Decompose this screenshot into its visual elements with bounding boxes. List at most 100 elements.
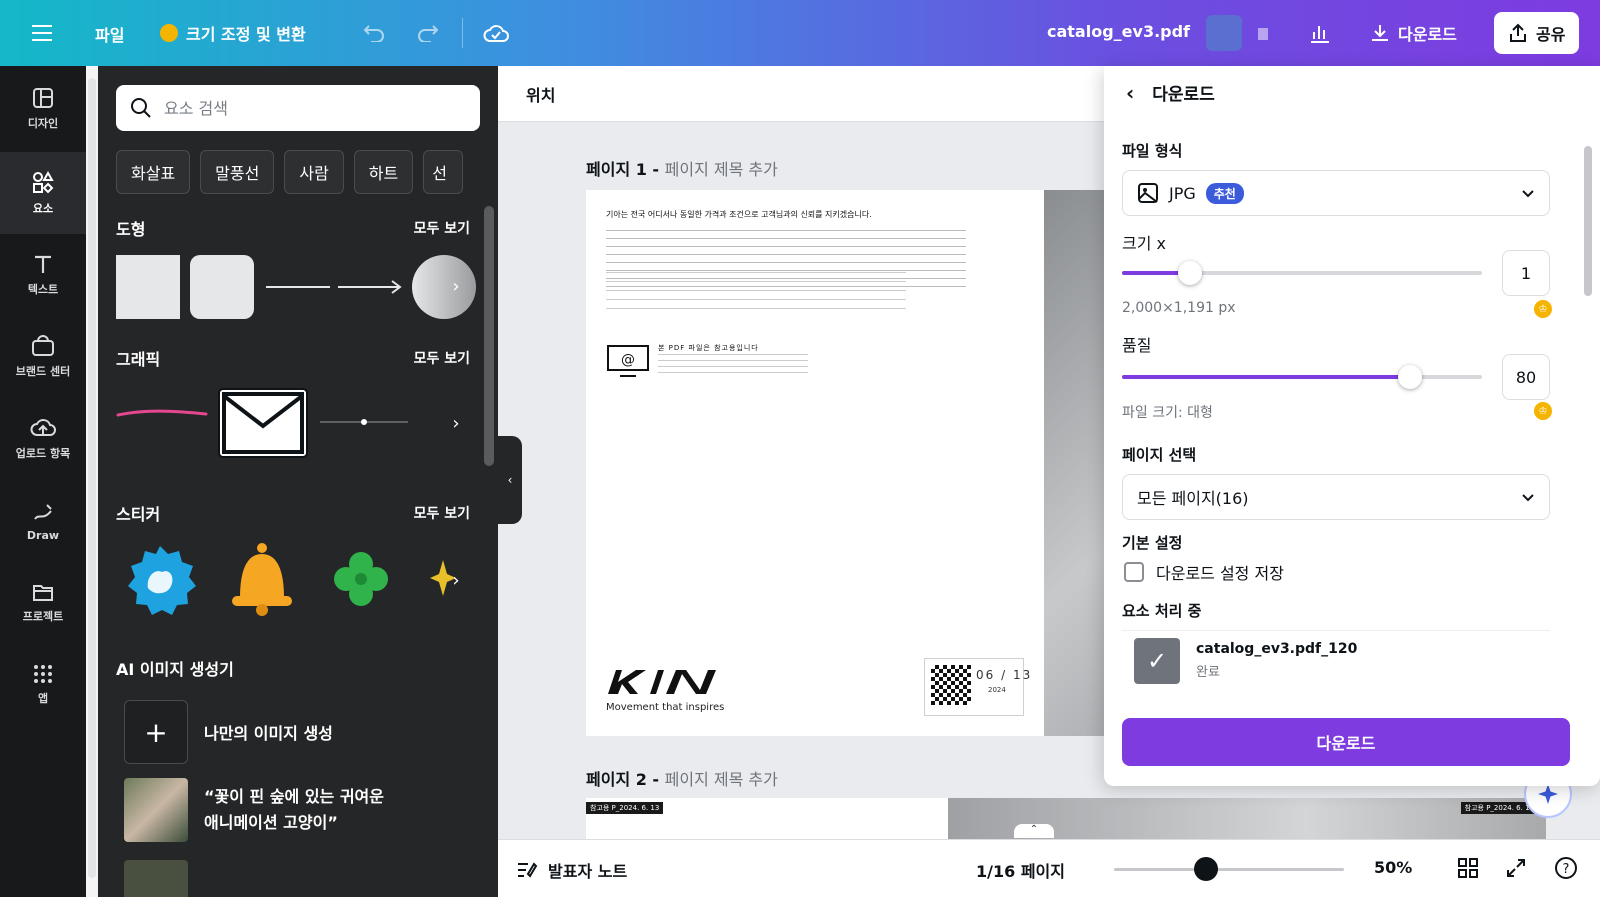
sparkle-line-graphic[interactable] (318, 416, 410, 428)
file-size-text: 파일 크기: 대형 (1122, 405, 1213, 421)
four-leaf-clover-sticker[interactable] (330, 548, 392, 610)
download-panel: ‹ 다운로드 파일 형식 JPG 추천 크기 x 1 2,000×1,191 p… (1104, 66, 1600, 786)
shapes-see-all[interactable]: 모두 보기 (414, 218, 470, 238)
page-select[interactable]: 모든 페이지(16) (1122, 474, 1550, 520)
draw-icon (34, 503, 52, 520)
clapping-hands-sticker[interactable] (124, 544, 196, 616)
rounded-square-shape[interactable] (190, 255, 254, 319)
image-icon (1138, 183, 1158, 203)
brush-stroke-graphic[interactable] (116, 406, 208, 420)
document-title[interactable]: catalog_ev3.pdf (1047, 22, 1190, 41)
share-button[interactable]: 공유 (1494, 12, 1580, 54)
zoom-slider-handle[interactable] (1194, 857, 1218, 881)
help-icon[interactable]: ? (1554, 856, 1578, 880)
rail-item-design[interactable]: 디자인 (0, 68, 86, 150)
rail-item-uploads[interactable]: 업로드 항목 (0, 398, 86, 480)
stickers-see-all[interactable]: 모두 보기 (414, 503, 470, 523)
email-monitor-icon: @ (607, 345, 649, 377)
line-shape[interactable] (266, 286, 330, 288)
rail-item-text[interactable]: 텍스트 (0, 234, 86, 316)
ai-thumbnail-partial[interactable] (124, 860, 188, 897)
back-chevron-icon[interactable]: ‹ (1126, 81, 1134, 105)
graphics-see-all[interactable]: 모두 보기 (414, 348, 470, 368)
shapes-title: 도형 (116, 220, 146, 239)
insights-chart-icon[interactable] (1300, 13, 1340, 53)
chip-line[interactable]: 선 (423, 150, 464, 194)
fine-print-list (606, 272, 906, 312)
recommended-badge: 추천 (1205, 182, 1244, 204)
page-1-title[interactable]: 페이지 1 - 페이지 제목 추가 (586, 156, 778, 180)
divider (462, 18, 463, 48)
svg-text:?: ? (1563, 862, 1570, 877)
collapse-panel-handle[interactable]: ‹ (498, 436, 522, 524)
size-input[interactable]: 1 (1502, 250, 1550, 296)
grid-view-icon[interactable] (1458, 858, 1478, 878)
brand-icon (32, 335, 54, 356)
rail-item-brand[interactable]: 브랜드 센터 (0, 316, 86, 398)
quality-input[interactable]: 80 (1502, 354, 1550, 400)
menu-icon[interactable] (22, 13, 62, 53)
dimensions-text: 2,000×1,191 px (1122, 300, 1236, 316)
rail-item-draw[interactable]: Draw (0, 480, 86, 562)
crown-icon (160, 24, 178, 42)
chip-heart[interactable]: 하트 (353, 150, 414, 194)
square-shape[interactable] (116, 255, 180, 319)
rail-scrollbar[interactable] (86, 66, 98, 897)
ai-create-own[interactable]: + 나만의 이미지 생성 (124, 700, 333, 764)
quality-slider[interactable] (1122, 365, 1482, 389)
page-indicator[interactable]: 1/16 페이지 (976, 858, 1065, 882)
page-2[interactable]: 참고용 P_2024. 6. 13 참고용 P_2024. 6. 13 (586, 798, 1546, 844)
redo-icon[interactable] (408, 13, 448, 53)
fullscreen-icon[interactable] (1506, 858, 1526, 878)
upload-icon (30, 419, 56, 436)
category-chips: 화살표 말풍선 사람 하트 선 (116, 150, 464, 194)
download-top-button[interactable]: 다운로드 (1356, 12, 1471, 54)
file-menu[interactable]: 파일 (95, 22, 124, 46)
svg-text:@: @ (621, 352, 635, 368)
zoom-slider[interactable] (1114, 868, 1344, 871)
chip-arrow[interactable]: 화살표 (116, 150, 191, 194)
kia-logo (608, 670, 716, 694)
panel-scrollbar[interactable] (482, 196, 496, 896)
top-bar: 파일 크기 조정 및 변환 catalog_ev3.pdf 다운로드 공유 (0, 0, 1600, 66)
chip-speech-bubble[interactable]: 말풍선 (200, 150, 275, 194)
ai-generator-title: AI 이미지 생성기 (116, 660, 234, 679)
size-label: 크기 x (1122, 234, 1166, 253)
resize-button[interactable]: 크기 조정 및 변환 (146, 12, 320, 54)
rail-item-elements[interactable]: 요소 (0, 152, 86, 234)
stickers-next-icon[interactable]: › (442, 566, 470, 594)
processing-label: 요소 처리 중 (1122, 602, 1202, 620)
ai-prompt-example[interactable]: “꽃이 핀 숲에 있는 귀여운 애니메이션 고양이” (124, 778, 384, 842)
zoom-level[interactable]: 50% (1374, 858, 1412, 877)
bell-sticker[interactable] (226, 542, 298, 618)
size-slider-handle[interactable] (1178, 261, 1202, 285)
cloud-saved-icon[interactable] (476, 13, 516, 53)
speaker-notes-button[interactable]: 발표자 노트 (516, 858, 627, 882)
search-input[interactable] (164, 98, 464, 118)
file-format-select[interactable]: JPG 추천 (1122, 170, 1550, 216)
chip-people[interactable]: 사람 (284, 150, 344, 194)
search-box[interactable] (116, 85, 480, 131)
quality-label: 품질 (1122, 336, 1152, 355)
chevron-up-icon[interactable]: ⌃ (1014, 824, 1054, 838)
quality-slider-handle[interactable] (1398, 365, 1422, 389)
shapes-next-icon[interactable]: › (442, 272, 470, 300)
arrow-line-shape[interactable] (338, 278, 404, 296)
download-icon (1372, 25, 1388, 41)
undo-icon[interactable] (354, 13, 394, 53)
size-slider[interactable] (1122, 261, 1482, 285)
save-settings-checkbox[interactable] (1124, 562, 1144, 582)
rail-item-projects[interactable]: 프로젝트 (0, 562, 86, 644)
rail-item-apps[interactable]: 앱 (0, 644, 86, 726)
file-format-label: 파일 형식 (1122, 142, 1183, 160)
save-settings-row[interactable]: 다운로드 설정 저장 (1124, 560, 1284, 584)
share-icon (1510, 23, 1526, 42)
graphics-next-icon[interactable]: › (442, 409, 470, 437)
avatar[interactable] (1206, 15, 1242, 51)
download-button[interactable]: 다운로드 (1122, 718, 1570, 766)
download-panel-scrollbar[interactable] (1582, 126, 1594, 686)
qr-code-box (924, 658, 1024, 716)
page-2-title[interactable]: 페이지 2 - 페이지 제목 추가 (586, 766, 778, 790)
processing-item: ✓ catalog_ev3.pdf_120 완료 (1122, 630, 1550, 690)
envelope-icon[interactable] (216, 386, 310, 460)
